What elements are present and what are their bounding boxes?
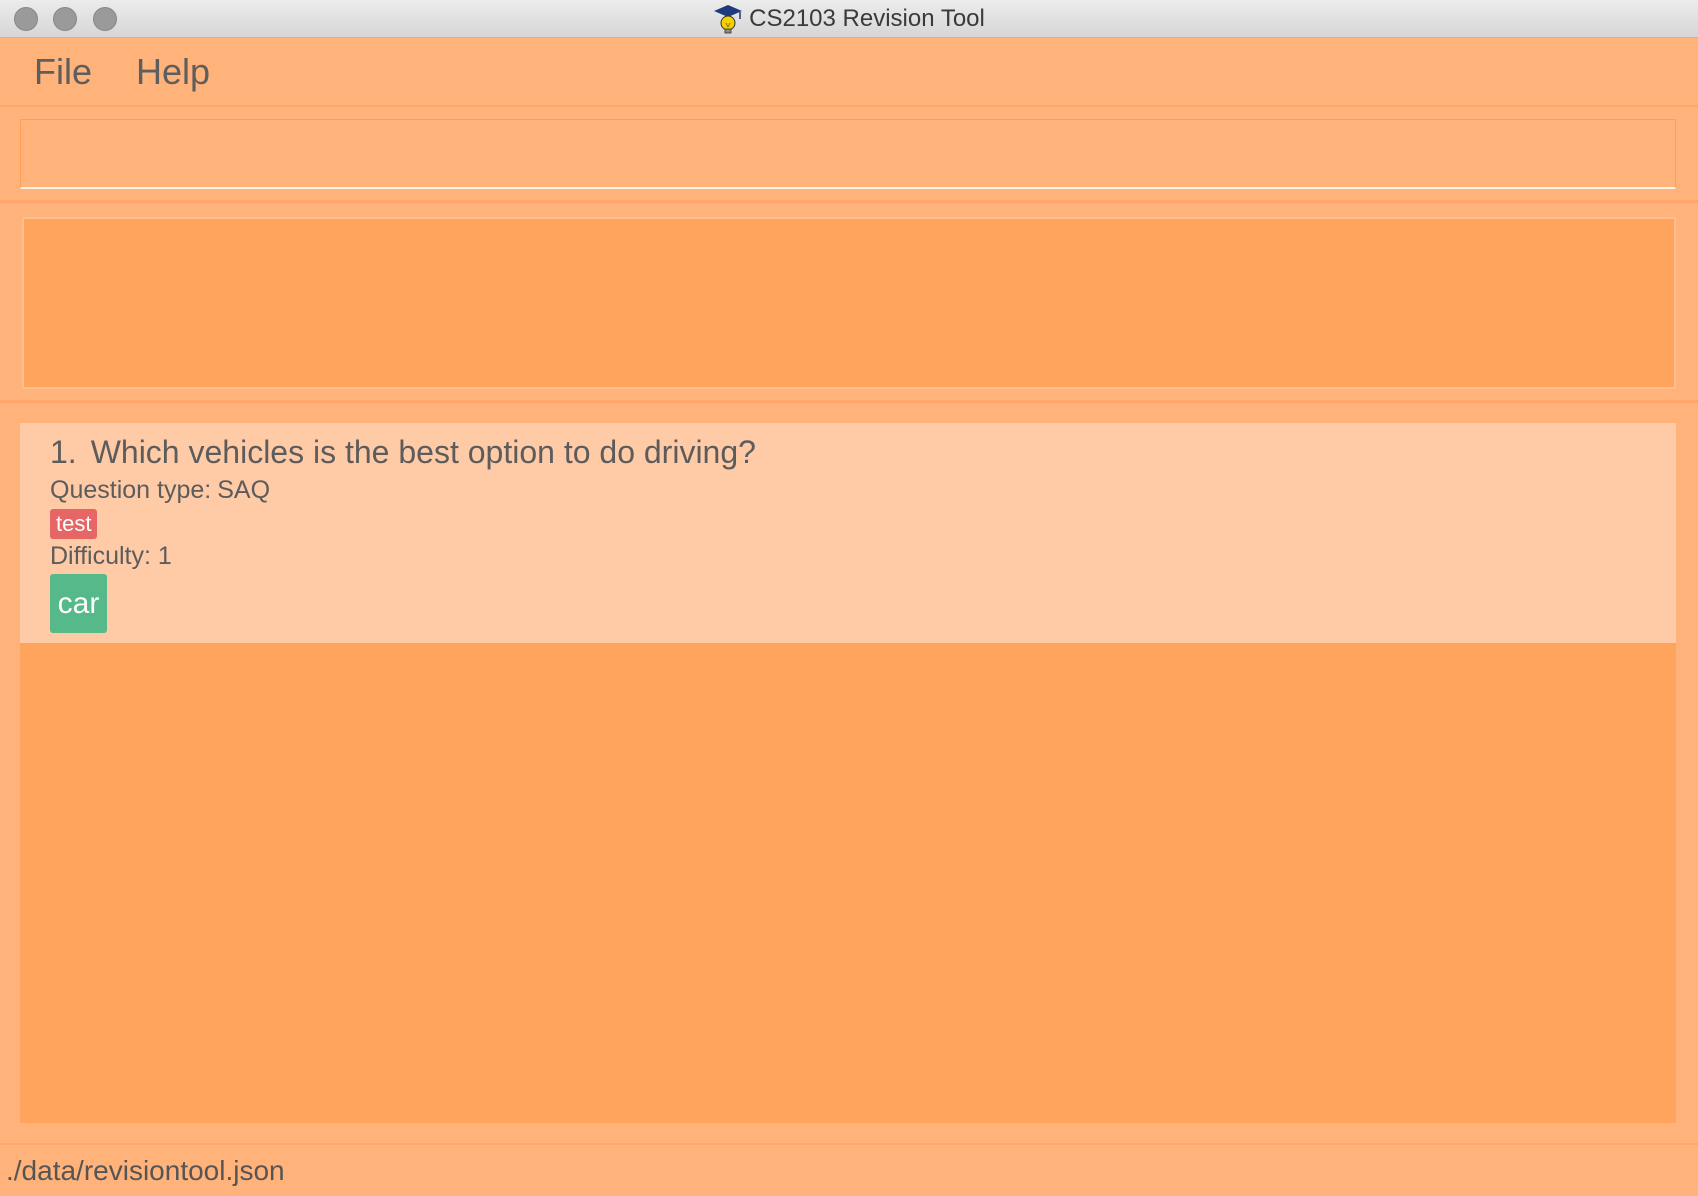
menu-file[interactable]: File — [34, 51, 92, 93]
question-type-label: Question type: — [50, 476, 212, 504]
save-file-path: ./data/revisiontool.json — [6, 1155, 285, 1186]
window-title: CS2103 Revision Tool — [749, 5, 985, 32]
question-index: 1. — [50, 434, 77, 470]
menu-help[interactable]: Help — [136, 51, 210, 93]
title-bar: CS2103 Revision Tool — [0, 0, 1698, 38]
question-difficulty: Difficulty: 1 — [50, 542, 172, 570]
question-list[interactable]: 1. Which vehicles is the best option to d… — [20, 423, 1676, 1123]
question-card[interactable]: 1. Which vehicles is the best option to d… — [20, 423, 1676, 643]
status-bar: ./data/revisiontool.json — [0, 1143, 1698, 1196]
command-input[interactable] — [20, 119, 1676, 189]
command-box-section — [0, 107, 1698, 203]
result-display[interactable] — [22, 217, 1676, 389]
result-display-section — [0, 203, 1698, 403]
question-type-value: SAQ — [217, 476, 271, 504]
question-type: Question type: SAQ — [50, 476, 270, 505]
graduation-cap-lightbulb-icon — [713, 3, 743, 35]
category-tag-badge: test — [50, 509, 98, 539]
answer-badge: car — [50, 574, 107, 633]
question-text: Which vehicles is the best option to do … — [90, 434, 756, 470]
window-title-group: CS2103 Revision Tool — [0, 0, 1698, 38]
menu-bar: File Help — [0, 38, 1698, 107]
question-heading: 1. Which vehicles is the best option to d… — [50, 434, 756, 471]
app-window: CS2103 Revision Tool File Help 1. Which v… — [0, 0, 1698, 1196]
